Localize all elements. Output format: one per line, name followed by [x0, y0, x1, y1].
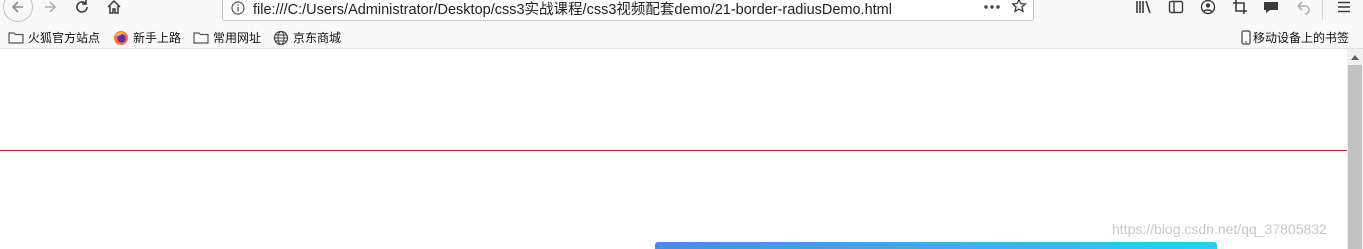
bookmark-label: 火狐官方站点 [28, 31, 101, 45]
bookmark-label: 新手上路 [133, 31, 182, 45]
page-content [0, 49, 1347, 249]
info-icon[interactable] [231, 0, 245, 19]
folder-icon [8, 32, 24, 44]
sidebar-button[interactable] [1166, 0, 1186, 17]
bookmark-label: 京东商城 [293, 31, 342, 45]
undo-icon [1297, 1, 1310, 15]
screenshot-button[interactable] [1230, 0, 1250, 17]
reload-icon [76, 0, 88, 13]
account-button[interactable] [1198, 0, 1218, 17]
firefox-icon [114, 30, 128, 45]
hamburger-menu-icon [1338, 1, 1350, 13]
bookmarks-toolbar: 火狐官方站点 新手上路 常用网址 京东商城 移动设备上的书签 [0, 26, 1363, 49]
url-text[interactable]: file:///C:/Users/Administrator/Desktop/c… [253, 0, 892, 19]
navigation-toolbar: file:///C:/Users/Administrator/Desktop/c… [0, 0, 1363, 26]
vertical-scrollbar[interactable] [1347, 49, 1363, 249]
reload-button[interactable] [72, 0, 92, 17]
arrow-left-icon [11, 1, 23, 13]
bookmark-item[interactable]: 新手上路 [113, 29, 181, 46]
watermark-text: https://blog.csdn.net/qq_37805832 [1112, 221, 1327, 237]
scrollbar-thumb[interactable] [1348, 65, 1362, 249]
address-bar[interactable]: file:///C:/Users/Administrator/Desktop/c… [222, 0, 1034, 21]
bookmark-label: 常用网址 [213, 31, 262, 45]
bookmark-item[interactable]: 常用网址 [193, 29, 261, 46]
library-button[interactable] [1134, 0, 1154, 17]
home-button[interactable] [104, 0, 124, 17]
sidebar-icon [1168, 0, 1184, 14]
menu-button[interactable] [1334, 0, 1354, 17]
library-icon [1136, 0, 1151, 14]
divider-line [0, 150, 1347, 151]
chat-button[interactable] [1261, 0, 1281, 17]
forward-button[interactable] [40, 0, 60, 17]
gradient-box [655, 242, 1217, 249]
mobile-bookmarks-label: 移动设备上的书签 [1253, 31, 1350, 45]
mobile-bookmarks-item[interactable]: 移动设备上的书签 [1241, 29, 1349, 46]
chat-bubble-icon [1264, 2, 1278, 13]
globe-icon [273, 30, 289, 45]
bookmark-item[interactable]: 京东商城 [273, 29, 341, 46]
star-icon[interactable] [1011, 0, 1027, 18]
page-actions-icon[interactable] [983, 0, 1001, 18]
crop-icon [1233, 0, 1247, 14]
folder-icon [193, 32, 209, 44]
home-icon [107, 0, 121, 14]
back-button[interactable] [3, 0, 33, 22]
undo-button[interactable] [1293, 0, 1313, 17]
toolbar-separator [1322, 0, 1323, 20]
bookmark-item[interactable]: 火狐官方站点 [8, 29, 100, 46]
arrow-right-icon [45, 1, 57, 13]
account-icon [1200, 0, 1216, 15]
mobile-icon [1241, 30, 1251, 45]
scroll-up-arrow-icon[interactable] [1351, 54, 1359, 60]
